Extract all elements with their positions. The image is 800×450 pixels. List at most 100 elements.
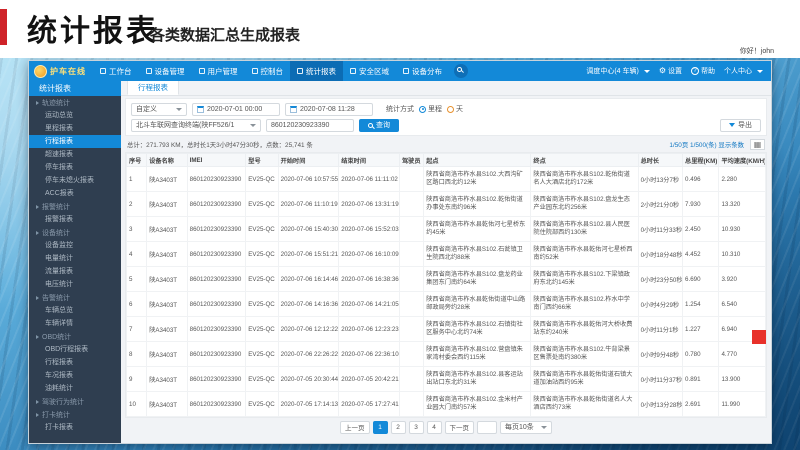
cell: [399, 242, 423, 267]
sidebar-item[interactable]: 轨迹统计: [29, 96, 121, 109]
sidebar-item[interactable]: 报警统计: [29, 200, 121, 213]
sidebar-item[interactable]: 设备统计: [29, 226, 121, 239]
search-button[interactable]: 查询: [359, 119, 399, 132]
sidebar-item[interactable]: OBD统计: [29, 330, 121, 343]
sidebar-item[interactable]: 车辆总览: [29, 304, 121, 317]
cell: 陕西省商洛市柞水县乾佑河大桥收费站东约240米: [531, 317, 638, 342]
nav-item-stat-report[interactable]: 统计报表: [290, 61, 343, 81]
range-select[interactable]: 自定义: [131, 103, 187, 116]
page-button-1[interactable]: 1: [373, 421, 388, 434]
device-select[interactable]: 北斗车联网查询终端(陕FF526/1: [131, 119, 261, 132]
table-row[interactable]: 4陕A3403T860120230923390EV25-QC2020-07-06…: [127, 242, 766, 267]
cell: 10: [127, 392, 147, 417]
column-header: 型号: [246, 154, 278, 167]
cell: 陕西省商洛市柞水县乾佑街道名人大酒店西约73米: [531, 392, 638, 417]
sidebar-item[interactable]: 告警统计: [29, 291, 121, 304]
end-date-input[interactable]: 2020-07-08 11:28: [285, 103, 373, 116]
tab-strip: 行程报表: [121, 81, 771, 96]
cell: 陕A3403T: [147, 192, 187, 217]
nav-item-user-mgmt[interactable]: 用户管理: [192, 61, 245, 81]
cell: 1.254: [683, 292, 719, 317]
start-date-input[interactable]: 2020-07-01 00:00: [192, 103, 280, 116]
sidebar-item[interactable]: 停车未熄火报表: [29, 174, 121, 187]
cell: 陕A3403T: [147, 317, 187, 342]
nav-item-device-map[interactable]: 设备分布: [396, 61, 449, 81]
next-page-button[interactable]: 下一页: [445, 421, 475, 434]
cell: [399, 342, 423, 367]
sidebar-item[interactable]: 运动总览: [29, 109, 121, 122]
cell: 陕西省商洛市柞水县S102.盘龙药业集团东门南约64米: [424, 267, 531, 292]
sidebar-item[interactable]: OBD行程报表: [29, 343, 121, 356]
table-row[interactable]: 5陕A3403T860120230923390EV25-QC2020-07-06…: [127, 267, 766, 292]
cell: 2020-07-05 17:14:13: [278, 392, 339, 417]
page-button-2[interactable]: 2: [391, 421, 406, 434]
sidebar-item[interactable]: 流量报表: [29, 265, 121, 278]
page-button-3[interactable]: 3: [409, 421, 424, 434]
column-header: 序号: [127, 154, 147, 167]
nav-help[interactable]: ?帮助: [691, 66, 715, 76]
table-row[interactable]: 1陕A3403T860120230923390EV25-QC2020-07-06…: [127, 167, 766, 192]
export-button[interactable]: 导出: [720, 119, 761, 132]
filter-row-2: 北斗车联网查询终端(陕FF526/1 860120230923390 查询 导出: [131, 117, 761, 133]
sidebar-item[interactable]: 停车报表: [29, 161, 121, 174]
caret-down-icon: [644, 70, 650, 73]
column-header: 设备名称: [147, 154, 187, 167]
top-navbar: 护车在线 工作台设备管理用户管理控制台统计报表安全区域设备分布 调度中心(4 车…: [29, 61, 771, 81]
page-button-4[interactable]: 4: [427, 421, 442, 434]
nav-settings[interactable]: ⚙设置: [659, 66, 682, 76]
table-row[interactable]: 2陕A3403T860120230923390EV25-QC2020-07-06…: [127, 192, 766, 217]
sidebar-item[interactable]: 打卡统计: [29, 408, 121, 421]
cell: 陕西省商洛市柞水县S102.石镇街社区服务中心北约74米: [424, 317, 531, 342]
sidebar-item-trip-report[interactable]: 行程报表: [29, 135, 121, 148]
table-row[interactable]: 7陕A3403T860120230923390EV25-QC2020-07-06…: [127, 317, 766, 342]
app-logo[interactable]: 护车在线: [29, 65, 93, 78]
summary-bar: 总计：271.793 KM，总时长1天3小时47分30秒，点数：25,741 条…: [127, 138, 765, 150]
sidebar-item[interactable]: 车况报表: [29, 369, 121, 382]
cell: 7: [127, 317, 147, 342]
sidebar: 统计报表轨迹统计运动总览里程报表行程报表超速报表停车报表停车未熄火报表ACC报表…: [29, 81, 121, 443]
search-icon[interactable]: [454, 64, 468, 78]
users-icon: [199, 68, 205, 74]
table-row[interactable]: 10陕A3403T860120230923390EV25-QC2020-07-0…: [127, 392, 766, 417]
sidebar-item[interactable]: 报警报表: [29, 213, 121, 226]
nav-item-device-mgmt[interactable]: 设备管理: [139, 61, 192, 81]
sidebar-item[interactable]: ACC报表: [29, 187, 121, 200]
cell: 2020-07-06 14:16:36: [278, 292, 339, 317]
range-select-value: 自定义: [136, 104, 157, 114]
table-row[interactable]: 3陕A3403T860120230923390EV25-QC2020-07-06…: [127, 217, 766, 242]
nav-dispatch-center[interactable]: 调度中心(4 车辆): [586, 66, 650, 76]
sidebar-item[interactable]: 油耗统计: [29, 382, 121, 395]
sidebar-item[interactable]: 驾驶行为统计: [29, 395, 121, 408]
imei-input[interactable]: 860120230923390: [266, 119, 354, 132]
sidebar-item[interactable]: 电压统计: [29, 278, 121, 291]
sidebar-item[interactable]: 设备监控: [29, 239, 121, 252]
cell: 陕A3403T: [147, 167, 187, 192]
radio-mileage[interactable]: 里程: [419, 104, 442, 114]
sidebar-item[interactable]: 打卡报表: [29, 421, 121, 434]
column-settings-icon[interactable]: ▦: [750, 139, 765, 150]
sidebar-item[interactable]: 超速报表: [29, 148, 121, 161]
sidebar-item[interactable]: 行程报表: [29, 356, 121, 369]
sidebar-item[interactable]: 车辆详情: [29, 317, 121, 330]
jump-page-input[interactable]: [477, 421, 497, 434]
radio-day[interactable]: 天: [447, 104, 463, 114]
tab-trip-report[interactable]: 行程报表: [127, 81, 179, 95]
cell: EV25-QC: [246, 167, 278, 192]
table-row[interactable]: 9陕A3403T860120230923390EV25-QC2020-07-05…: [127, 367, 766, 392]
nav-item-workbench[interactable]: 工作台: [93, 61, 139, 81]
cell: EV25-QC: [246, 342, 278, 367]
grid-icon: [100, 68, 106, 74]
nav-item-console[interactable]: 控制台: [245, 61, 291, 81]
sidebar-item[interactable]: 电量统计: [29, 252, 121, 265]
nav-personal-center[interactable]: 个人中心: [724, 66, 763, 76]
brand-icon: [34, 65, 47, 78]
table-row[interactable]: 8陕A3403T860120230923390EV25-QC2020-07-06…: [127, 342, 766, 367]
nav-item-safe-area[interactable]: 安全区域: [343, 61, 396, 81]
per-page-select[interactable]: 每页10条: [500, 421, 552, 434]
cell: 陕西省商洛市柞水县S102.盘龙生态产业园东北约256米: [531, 192, 638, 217]
sidebar-item[interactable]: 里程报表: [29, 122, 121, 135]
table-row[interactable]: 6陕A3403T860120230923390EV25-QC2020-07-06…: [127, 292, 766, 317]
prev-page-button[interactable]: 上一页: [340, 421, 370, 434]
cell: 4: [127, 242, 147, 267]
cell: 2020-07-06 11:11:02: [339, 167, 400, 192]
